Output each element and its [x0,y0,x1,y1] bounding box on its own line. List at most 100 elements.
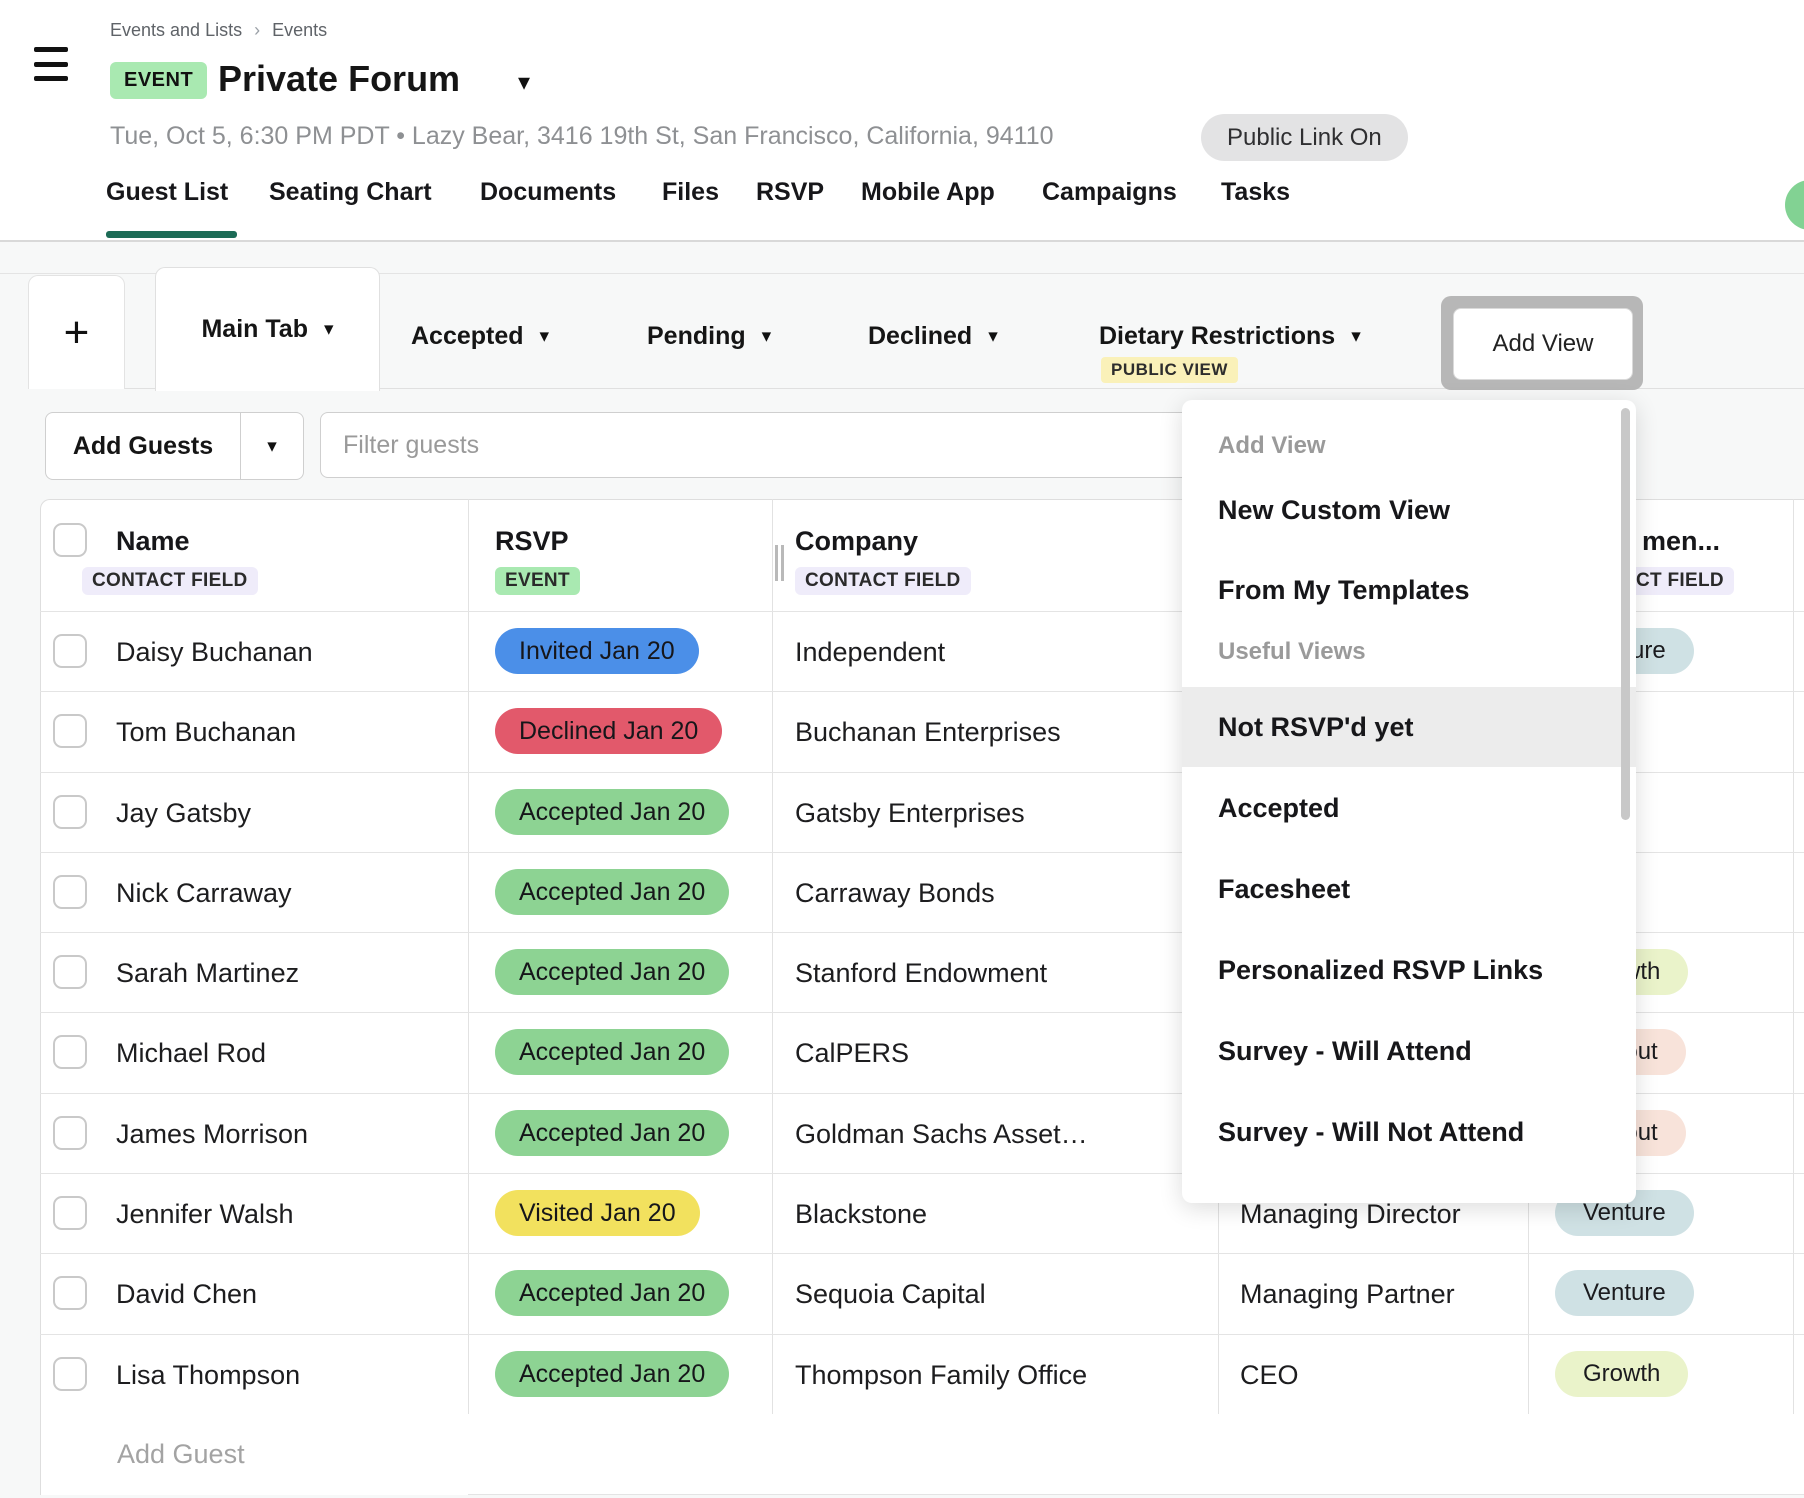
menu-item-accepted[interactable]: Accepted [1182,768,1636,848]
guest-title[interactable]: Managing Director [1240,1199,1461,1230]
menu-item-partial-clipped[interactable]: 2024 Guest [1182,1176,1636,1203]
select-all-checkbox[interactable] [53,523,87,557]
column-resize-handle[interactable] [775,545,787,581]
tab-mobile-app[interactable]: Mobile App [861,178,995,207]
chevron-down-icon[interactable]: ▾ [1351,325,1361,348]
page-title: Private Forum [218,58,460,100]
column-header-name[interactable]: Name [116,526,190,557]
guest-company[interactable]: Stanford Endowment [795,958,1047,989]
event-type-badge: EVENT [110,62,207,99]
add-guests-button[interactable]: Add Guests ▾ [45,412,304,480]
row-checkbox[interactable] [53,795,87,829]
guest-company[interactable]: Goldman Sachs Asset… [795,1119,1088,1150]
tab-files[interactable]: Files [662,178,719,207]
menu-item-survey-will-attend[interactable]: Survey - Will Attend [1182,1011,1636,1091]
menu-item-new-custom-view[interactable]: New Custom View [1182,470,1636,550]
menu-item-survey-will-not-attend[interactable]: Survey - Will Not Attend [1182,1092,1636,1172]
tab-seating-chart[interactable]: Seating Chart [269,178,432,207]
row-checkbox[interactable] [53,1196,87,1230]
chevron-down-icon[interactable]: ▾ [988,325,998,348]
row-checkbox[interactable] [53,1035,87,1069]
event-date-location: Tue, Oct 5, 6:30 PM PDT • Lazy Bear, 341… [110,122,1054,151]
rsvp-status-pill[interactable]: Declined Jan 20 [495,708,722,754]
chevron-down-icon[interactable]: ▾ [762,325,772,348]
view-tab-declined[interactable]: Declined ▾ [868,322,998,351]
guest-company[interactable]: Carraway Bonds [795,878,995,909]
column-header-company[interactable]: Company [795,526,918,557]
tab-documents[interactable]: Documents [480,178,616,207]
dropdown-scrollbar[interactable] [1621,408,1630,820]
breadcrumb: Events and Lists › Events [110,20,327,41]
title-dropdown-caret-icon[interactable]: ▾ [518,68,530,97]
guest-name[interactable]: Sarah Martinez [116,958,299,989]
view-tab-accepted-label: Accepted [411,322,524,351]
breadcrumb-separator-icon: › [254,20,260,41]
guest-name[interactable]: Michael Rod [116,1038,266,1069]
guest-company[interactable]: Independent [795,637,945,668]
guest-name[interactable]: Daisy Buchanan [116,637,313,668]
guest-name[interactable]: Jennifer Walsh [116,1199,294,1230]
hamburger-menu-icon[interactable] [34,47,68,81]
guest-name[interactable]: James Morrison [116,1119,308,1150]
row-checkbox[interactable] [53,875,87,909]
guest-company[interactable]: CalPERS [795,1038,909,1069]
add-guests-dropdown-caret-icon[interactable]: ▾ [240,413,303,479]
rsvp-status-pill[interactable]: Invited Jan 20 [495,628,699,674]
column-header-rsvp[interactable]: RSVP [495,526,569,557]
guest-company[interactable]: Buchanan Enterprises [795,717,1061,748]
chevron-down-icon[interactable]: ▾ [540,325,550,348]
view-tab-dietary-restrictions[interactable]: Dietary Restrictions ▾ [1099,322,1361,351]
add-view-button[interactable]: Add View [1453,308,1633,380]
guest-name[interactable]: Tom Buchanan [116,717,296,748]
add-guest-row[interactable]: Add Guest [40,1414,1804,1494]
row-checkbox[interactable] [53,714,87,748]
add-guest-label: Add Guest [117,1439,245,1470]
guest-company[interactable]: Blackstone [795,1199,927,1230]
row-checkbox[interactable] [53,1116,87,1150]
guest-company[interactable]: Thompson Family Office [795,1360,1087,1391]
column-header-truncated[interactable]: men... [1642,526,1720,557]
rsvp-status-pill[interactable]: Accepted Jan 20 [495,1351,729,1397]
rsvp-status-pill[interactable]: Accepted Jan 20 [495,869,729,915]
menu-item-facesheet[interactable]: Facesheet [1182,849,1636,929]
segment-badge[interactable]: Growth [1555,1351,1688,1397]
menu-item-personalized-rsvp-links[interactable]: Personalized RSVP Links [1182,930,1636,1010]
public-link-status-badge[interactable]: Public Link On [1201,114,1408,161]
rsvp-status-pill[interactable]: Accepted Jan 20 [495,949,729,995]
rsvp-status-pill[interactable]: Accepted Jan 20 [495,1270,729,1316]
tab-tasks[interactable]: Tasks [1221,178,1290,207]
view-tab-accepted[interactable]: Accepted ▾ [411,322,549,351]
breadcrumb-events-and-lists[interactable]: Events and Lists [110,20,242,41]
guest-title[interactable]: Managing Partner [1240,1279,1455,1310]
view-tab-pending[interactable]: Pending ▾ [647,322,771,351]
rsvp-status-pill[interactable]: Accepted Jan 20 [495,1029,729,1075]
guest-name[interactable]: Nick Carraway [116,878,292,909]
guest-name[interactable]: David Chen [116,1279,257,1310]
guest-title[interactable]: CEO [1240,1360,1299,1391]
filter-guests-placeholder: Filter guests [343,431,479,460]
view-tab-main-tab[interactable]: Main Tab ▾ [155,267,380,391]
floating-action-button[interactable] [1785,180,1804,230]
breadcrumb-events[interactable]: Events [272,20,327,41]
row-checkbox[interactable] [53,1276,87,1310]
guest-name[interactable]: Lisa Thompson [116,1360,300,1391]
rsvp-status-pill[interactable]: Visited Jan 20 [495,1190,700,1236]
row-checkbox[interactable] [53,955,87,989]
guest-name[interactable]: Jay Gatsby [116,798,251,829]
row-checkbox[interactable] [53,1357,87,1391]
guest-company[interactable]: Sequoia Capital [795,1279,986,1310]
tab-rsvp[interactable]: RSVP [756,178,824,207]
rsvp-status-pill[interactable]: Accepted Jan 20 [495,1110,729,1156]
rsvp-status-pill[interactable]: Accepted Jan 20 [495,789,729,835]
add-tab-button[interactable]: + [28,275,125,389]
menu-item-from-my-templates[interactable]: From My Templates [1182,550,1636,630]
guest-company[interactable]: Gatsby Enterprises [795,798,1025,829]
segment-badge[interactable]: Venture [1555,1270,1694,1316]
tab-guest-list[interactable]: Guest List [106,178,228,207]
column-tag-contact-field-clipped: CT FIELD [1626,567,1734,595]
chevron-down-icon[interactable]: ▾ [324,318,334,341]
row-checkbox[interactable] [53,634,87,668]
view-tab-pending-label: Pending [647,322,746,351]
menu-item-not-rsvpd-yet[interactable]: Not RSVP'd yet [1182,687,1636,767]
tab-campaigns[interactable]: Campaigns [1042,178,1177,207]
